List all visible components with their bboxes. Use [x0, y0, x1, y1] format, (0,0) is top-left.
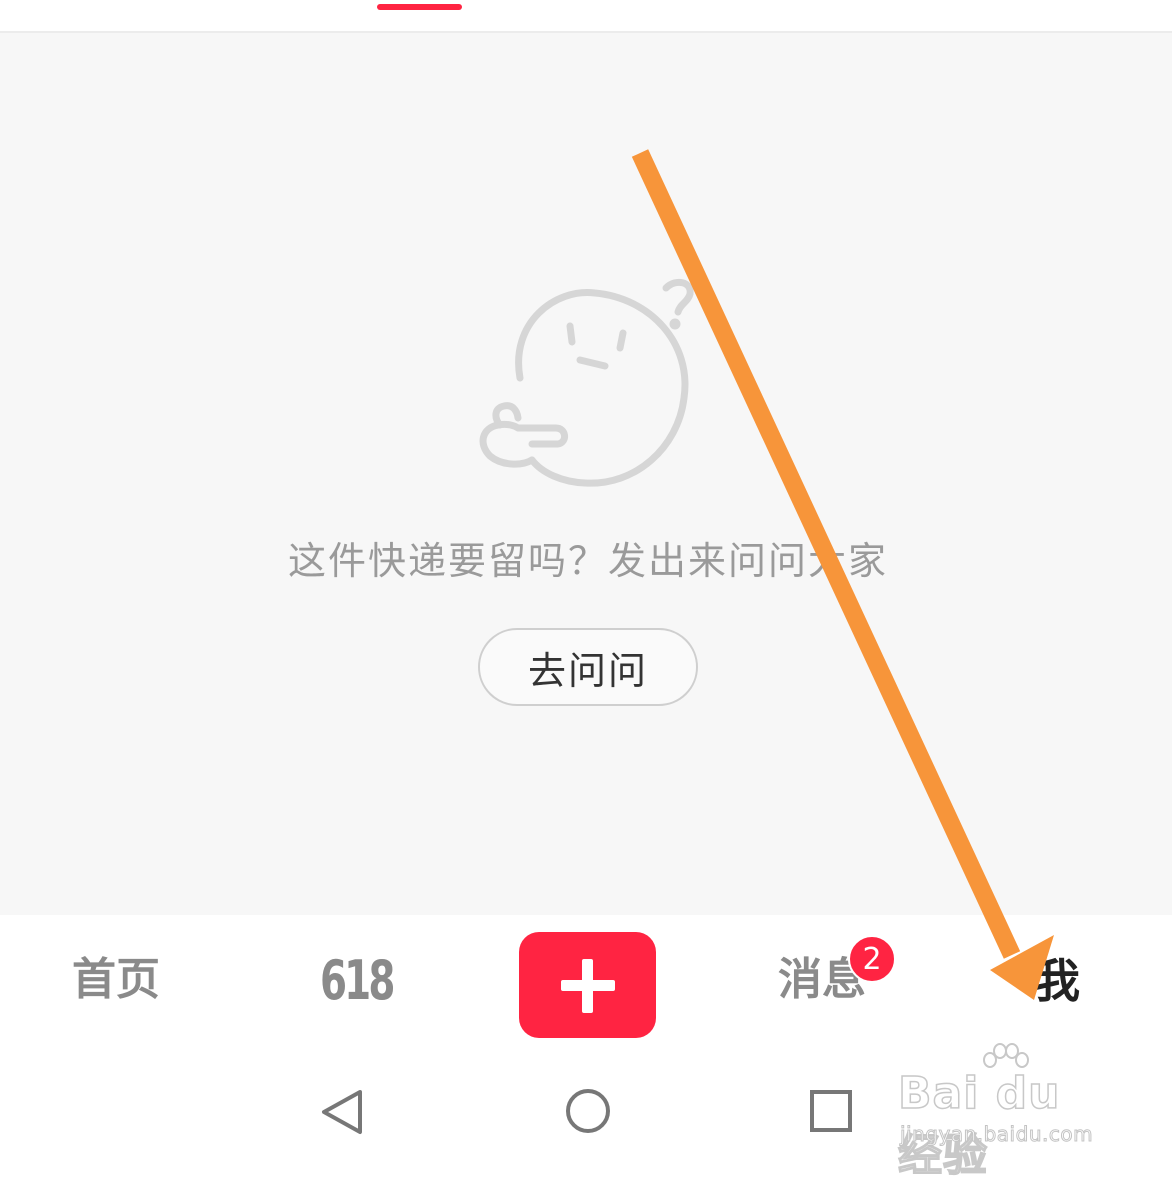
nav-tab-618[interactable]: 618: [320, 954, 395, 1008]
thinking-face-icon: [479, 278, 694, 487]
baidu-jingyan-watermark: Bai du 经验 jingyan.baidu.com: [897, 1040, 1113, 1182]
publish-button[interactable]: [519, 932, 656, 1038]
active-tab-indicator: [377, 4, 462, 10]
nav-tab-home[interactable]: 首页: [72, 958, 160, 1002]
empty-state-message: 这件快递要留吗？发出来问问大家: [287, 539, 888, 583]
go-ask-button[interactable]: 去问问: [478, 628, 698, 706]
watermark-url: jingyan.baidu.com: [899, 1122, 1094, 1147]
messages-badge: 2: [848, 935, 896, 983]
home-circle-icon[interactable]: [564, 1087, 612, 1135]
empty-state-area: 这件快递要留吗？发出来问问大家 去问问: [0, 33, 1172, 915]
top-tab-bar: [0, 0, 1172, 33]
nav-tab-me[interactable]: 我: [1034, 958, 1080, 1004]
back-triangle-icon[interactable]: [320, 1088, 364, 1136]
recents-square-icon[interactable]: [808, 1088, 856, 1134]
